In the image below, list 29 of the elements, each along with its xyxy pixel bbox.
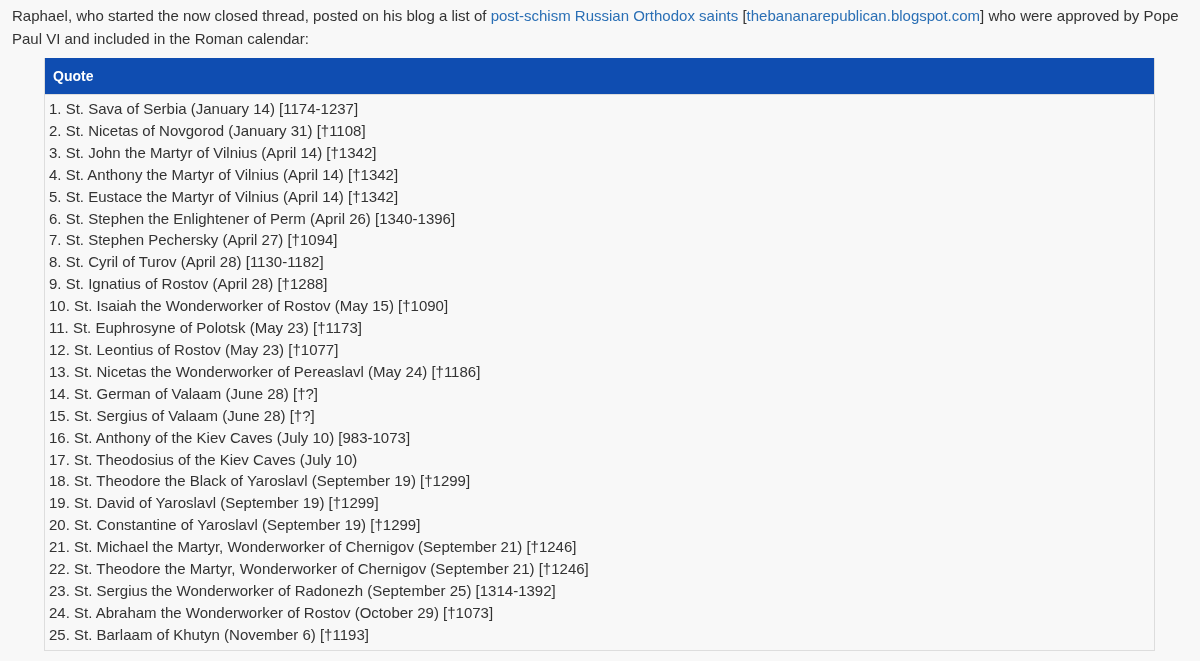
quote-line: 16. St. Anthony of the Kiev Caves (July 10) [983-1073]: [49, 427, 412, 448]
intro-paragraph: Raphael, who started the now closed thread, posted on his blog a list of post-schism Russian Orthodox saints [thebananarepublican.blogspot.com] who were approved by Pope Paul VI and included in the Roman calendar:: [12, 6, 1180, 49]
quote-line: 7. St. Stephen Pechersky (April 27) [†1094]: [49, 230, 339, 251]
link[interactable]: thebananarepublican.blogspot.com: [746, 7, 981, 24]
quote-line: 3. St. John the Martyr of Vilnius (April 14) [†1342]: [49, 142, 378, 163]
quote-line: 1. St. Sava of Serbia (January 14) [1174-1237]: [49, 99, 360, 119]
quote-line: 8. St. Cyril of Turov (April 28) [1130-1182]: [49, 252, 325, 273]
quote-line: 22. St. Theodore the Martyr, Wonderworker of Chernigov (September 21) [†1246]: [49, 559, 590, 580]
quote-line: 23. St. Sergius the Wonderworker of Radonezh (September 25) [1314-1392]: [49, 580, 557, 601]
quote-line: 24. St. Abraham the Wonderworker of Rostov (October 29) [†1073]: [49, 602, 495, 623]
quote-line: 12. St. Leontius of Rostov (May 23) [†1077]: [49, 339, 340, 360]
quote-line: 11. St. Euphrosyne of Polotsk (May 23) [†1173]: [49, 318, 363, 339]
quote-line: 4. St. Anthony the Martyr of Vilnius (April 14) [†1342]: [49, 164, 400, 185]
quote-line: 21. St. Michael the Martyr, Wonderworker of Chernigov (September 21) [†1246]: [49, 537, 578, 558]
quote-line: 2. St. Nicetas of Novgorod (January 31) [†1108]: [49, 120, 367, 141]
quote-line: 15. St. Sergius of Valaam (June 28) [†?]: [49, 405, 316, 426]
quote-line: 10. St. Isaiah the Wonderworker of Rostov (May 15) [†1090]: [49, 296, 450, 317]
link[interactable]: post-schism Russian Orthodox saints: [490, 7, 739, 24]
quote-line: 20. St. Constantine of Yaroslavl (September 19) [†1299]: [49, 515, 422, 536]
quote-line: 25. St. Barlaam of Khutyn (November 6) [†1193]: [49, 624, 370, 645]
quote-line: 18. St. Theodore the Black of Yaroslavl (September 19) [†1299]: [49, 471, 472, 492]
quote-header: Quote: [45, 58, 1154, 94]
quote-line: 14. St. German of Valaam (June 28) [†?]: [49, 383, 320, 404]
quote-line: 9. St. Ignatius of Rostov (April 28) [†1288]: [49, 274, 329, 295]
quote-line: 6. St. Stephen the Enlightener of Perm (April 26) [1340-1396]: [49, 208, 457, 229]
quote-line: 5. St. Eustace the Martyr of Vilnius (April 14) [†1342]: [49, 186, 400, 207]
quote-line: 19. St. David of Yaroslavl (September 19) [†1299]: [49, 493, 380, 514]
quote-line: 17. St. Theodosius of the Kiev Caves (July 10): [49, 449, 359, 470]
quote-line: 13. St. Nicetas the Wonderworker of Pereaslavl (May 24) [†1186]: [49, 361, 482, 382]
